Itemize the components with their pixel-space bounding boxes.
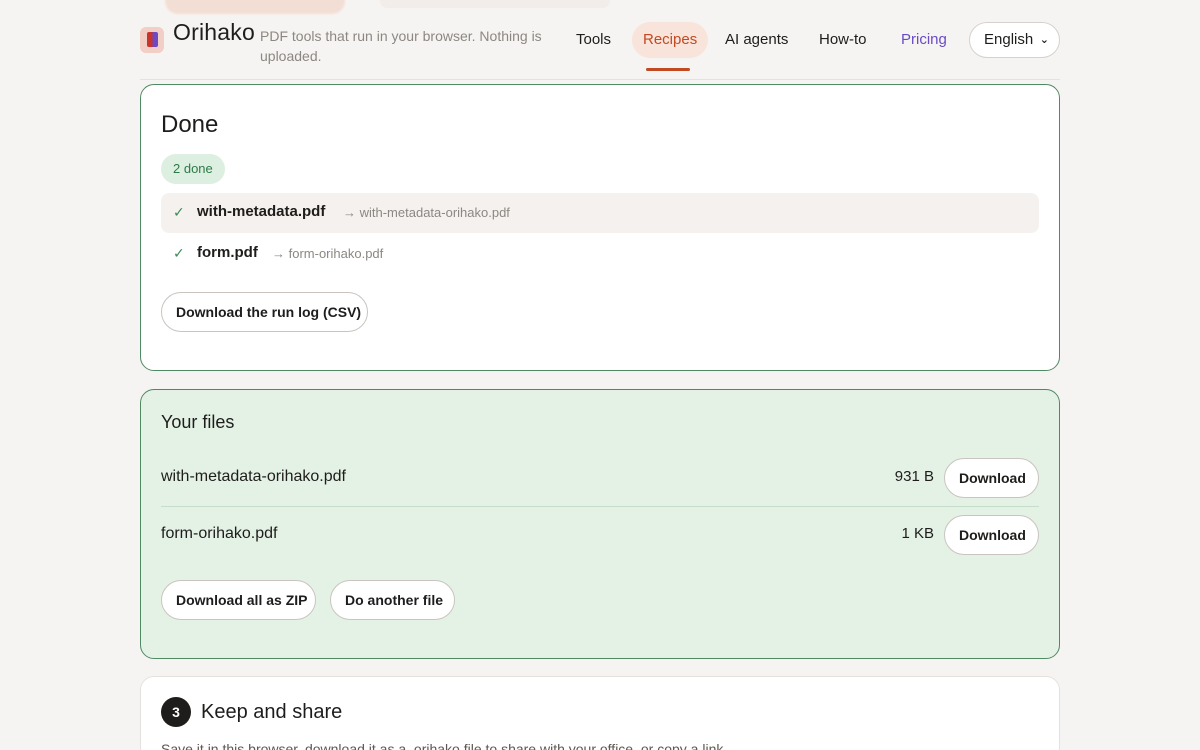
file-name: with-metadata-orihako.pdf [161, 468, 346, 485]
result-row: ✓ with-metadata.pdf → with-metadata-orih… [161, 193, 1039, 233]
result-input-name: form.pdf [197, 244, 258, 261]
download-run-log-button[interactable]: Download the run log (CSV) [161, 292, 368, 332]
file-row: with-metadata-orihako.pdf 931 B Download [161, 449, 1039, 506]
files-title: Your files [161, 412, 235, 432]
download-button[interactable]: Download [944, 515, 1039, 555]
file-name: form-orihako.pdf [161, 525, 278, 542]
result-output-name: → form-orihako.pdf [272, 246, 384, 261]
active-nav-indicator [646, 68, 690, 71]
do-another-file-button[interactable]: Do another file [330, 580, 455, 620]
result-input-name: with-metadata.pdf [197, 203, 326, 220]
result-row: ✓ form.pdf → form-orihako.pdf [161, 234, 1039, 274]
tagline: PDF tools that run in your browser. Noth… [260, 28, 542, 64]
check-icon: ✓ [173, 245, 185, 261]
step-number: 3 [161, 697, 191, 727]
page: Orihako PDF tools that run in your brows… [0, 0, 1200, 750]
nav-recipes[interactable]: Recipes [632, 22, 709, 58]
file-row: form-orihako.pdf 1 KB Download [161, 506, 1039, 563]
your-files-card: Your files with-metadata-orihako.pdf 931… [140, 389, 1060, 659]
check-icon: ✓ [173, 204, 185, 220]
chevron-down-icon: ⌄ [1039, 34, 1049, 46]
download-zip-button[interactable]: Download all as ZIP [161, 580, 316, 620]
done-title: Done [161, 111, 219, 138]
share-title: Keep and share [201, 701, 343, 723]
file-size: 1 KB [901, 525, 934, 542]
nav-pricing[interactable]: Pricing [901, 22, 947, 58]
done-card: Done 2 done ✓ with-metadata.pdf → with-m… [140, 84, 1060, 371]
keep-and-share-card: 3 Keep and share Save it in this browser… [140, 676, 1060, 750]
download-button[interactable]: Download [944, 458, 1039, 498]
nav-tools[interactable]: Tools [576, 22, 611, 58]
result-output-name: → with-metadata-orihako.pdf [343, 205, 510, 220]
language-value: English [984, 31, 1034, 48]
logo-icon[interactable] [140, 27, 164, 53]
language-select[interactable]: English ⌄ [969, 22, 1060, 58]
share-description: Save it in this browser, download it as … [161, 741, 728, 750]
brand-name[interactable]: Orihako [173, 19, 255, 46]
file-size: 931 B [894, 468, 934, 485]
nav-ai-agents[interactable]: AI agents [725, 22, 788, 58]
nav-how-to[interactable]: How-to [819, 22, 867, 58]
site-header: Orihako PDF tools that run in your brows… [140, 0, 1060, 80]
done-count-badge: 2 done [161, 154, 225, 184]
